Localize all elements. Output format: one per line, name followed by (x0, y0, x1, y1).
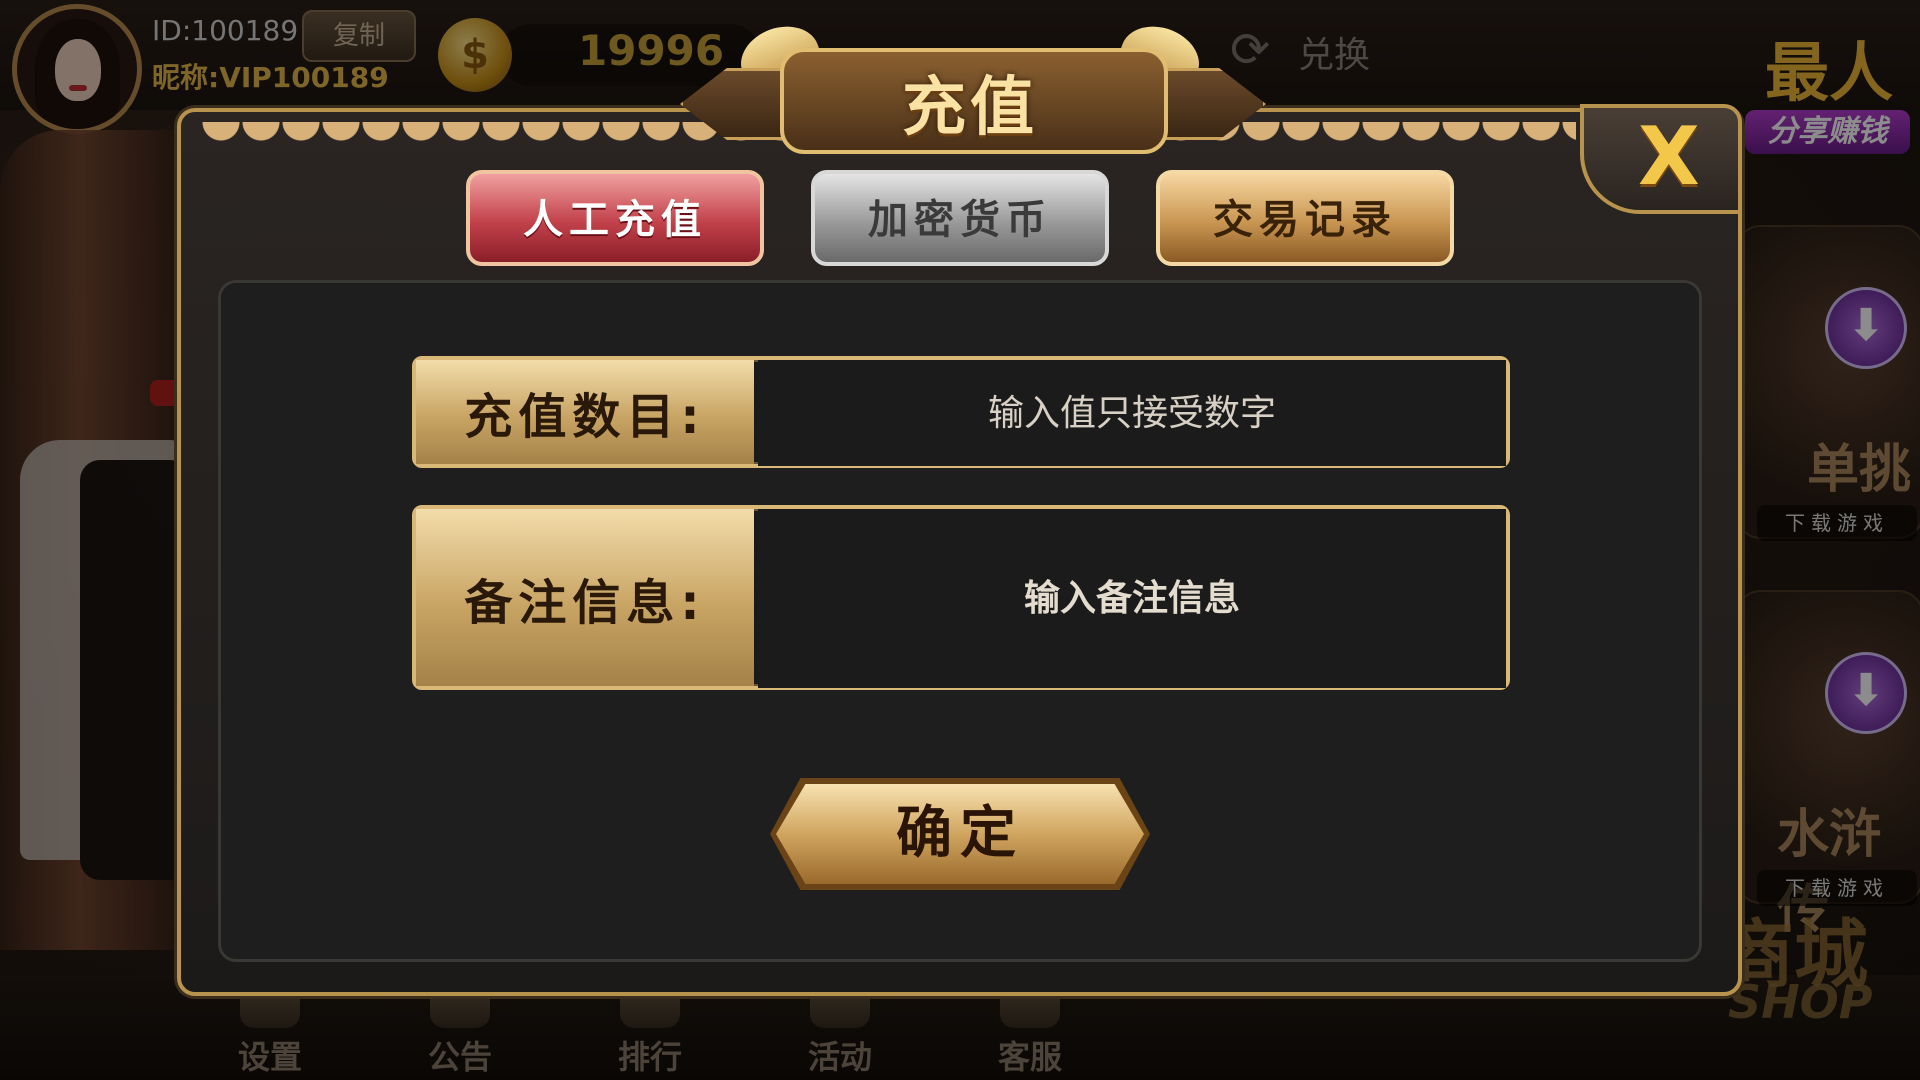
note-input[interactable] (758, 509, 1506, 688)
amount-field: 充值数目: (412, 356, 1510, 468)
confirm-button[interactable]: 确定 (776, 784, 1144, 884)
amount-label: 充值数目: (416, 360, 754, 464)
note-field: 备注信息: (412, 505, 1510, 690)
note-label: 备注信息: (416, 509, 754, 686)
close-icon: X (1638, 110, 1700, 203)
tab-crypto[interactable]: 加密货币 (811, 170, 1109, 266)
tab-manual-recharge[interactable]: 人工充值 (466, 170, 764, 266)
amount-input[interactable] (758, 360, 1506, 466)
close-button[interactable]: X (1580, 104, 1742, 214)
modal-title: 充值 (902, 71, 1038, 145)
modal-title-ribbon: 充值 (680, 16, 1266, 154)
tab-transaction-history[interactable]: 交易记录 (1156, 170, 1454, 266)
